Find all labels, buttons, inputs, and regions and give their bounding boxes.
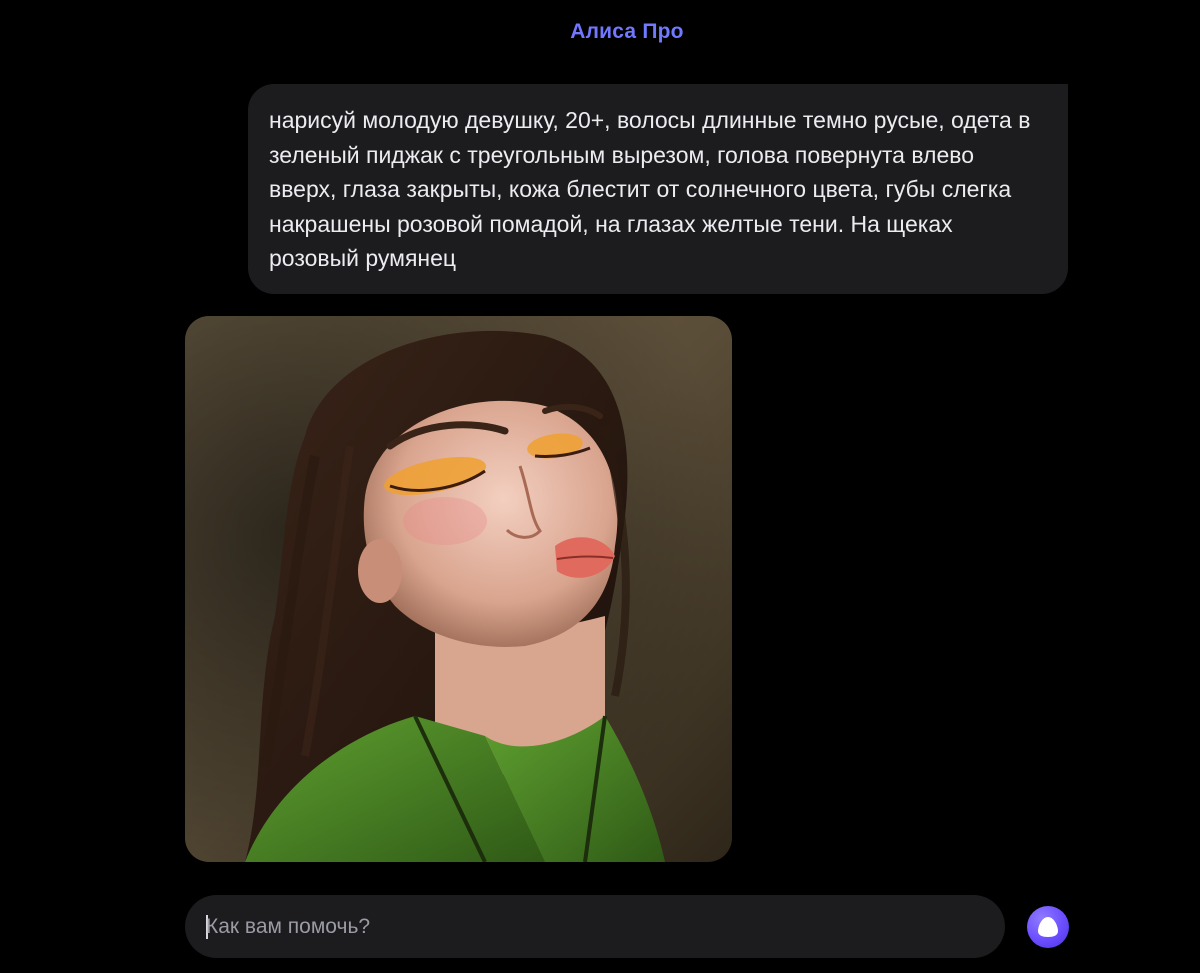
generated-image[interactable] bbox=[185, 316, 732, 862]
message-input[interactable] bbox=[206, 895, 976, 958]
user-message: нарисуй молодую девушку, 20+, волосы дли… bbox=[248, 84, 1068, 294]
portrait-illustration bbox=[185, 316, 732, 862]
alice-voice-button[interactable] bbox=[1027, 906, 1069, 948]
alice-icon bbox=[1038, 917, 1058, 937]
message-input-bar[interactable] bbox=[185, 895, 1005, 958]
page-title: Алиса Про bbox=[0, 20, 1200, 44]
chat-window: Алиса Про нарисуй молодую девушку, 20+, … bbox=[0, 0, 1200, 973]
